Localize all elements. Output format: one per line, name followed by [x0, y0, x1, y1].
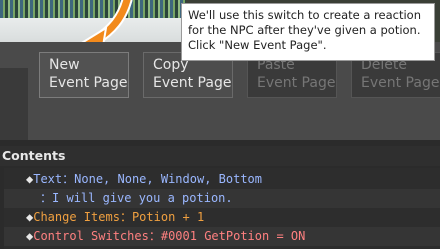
new-event-page-label-2: Event Page: [49, 75, 128, 91]
command-separator: ：: [148, 229, 161, 243]
command-label: Change Items: [33, 210, 120, 224]
contents-title: Contents: [0, 146, 440, 166]
command-row-control-switches[interactable]: ◆Control Switches：#0001 GetPotion = ON: [4, 227, 440, 246]
command-label: Text: [33, 172, 63, 186]
tooltip-line-1: We'll use this switch to create a reacti…: [188, 8, 422, 22]
command-separator: ：: [119, 210, 132, 224]
copy-event-page-label-2: Event Page: [153, 75, 232, 91]
command-value: #0001 GetPotion = ON: [160, 229, 306, 243]
command-row-change-items[interactable]: ◆Change Items：Potion + 1: [4, 208, 440, 227]
command-value: Potion + 1: [131, 210, 205, 224]
command-label: Control Switches: [33, 229, 149, 243]
tooltip-line-2: for the NPC after they've given a potion…: [188, 23, 421, 37]
command-separator: ：: [62, 172, 75, 186]
command-row-text-body[interactable]: ：I will give you a potion.: [4, 189, 440, 208]
tooltip-line-3: Click "New Event Page".: [188, 38, 327, 52]
toolbar-left-panel: [0, 68, 28, 140]
new-event-page-button[interactable]: New Event Page: [39, 52, 129, 98]
paste-event-page-label-2: Event Page: [257, 75, 336, 91]
new-event-page-label-1: New: [49, 57, 80, 73]
command-value: None, None, Window, Bottom: [74, 172, 262, 186]
command-separator: ：: [40, 191, 53, 205]
tutorial-tooltip: We'll use this switch to create a reacti…: [181, 3, 435, 61]
delete-event-page-label-2: Event Page: [361, 75, 440, 91]
command-row-text[interactable]: ◆Text：None, None, Window, Bottom: [4, 170, 440, 189]
event-contents-list[interactable]: ◆Text：None, None, Window, Bottom ：I will…: [4, 168, 440, 249]
command-value: I will give you a potion.: [52, 191, 233, 205]
